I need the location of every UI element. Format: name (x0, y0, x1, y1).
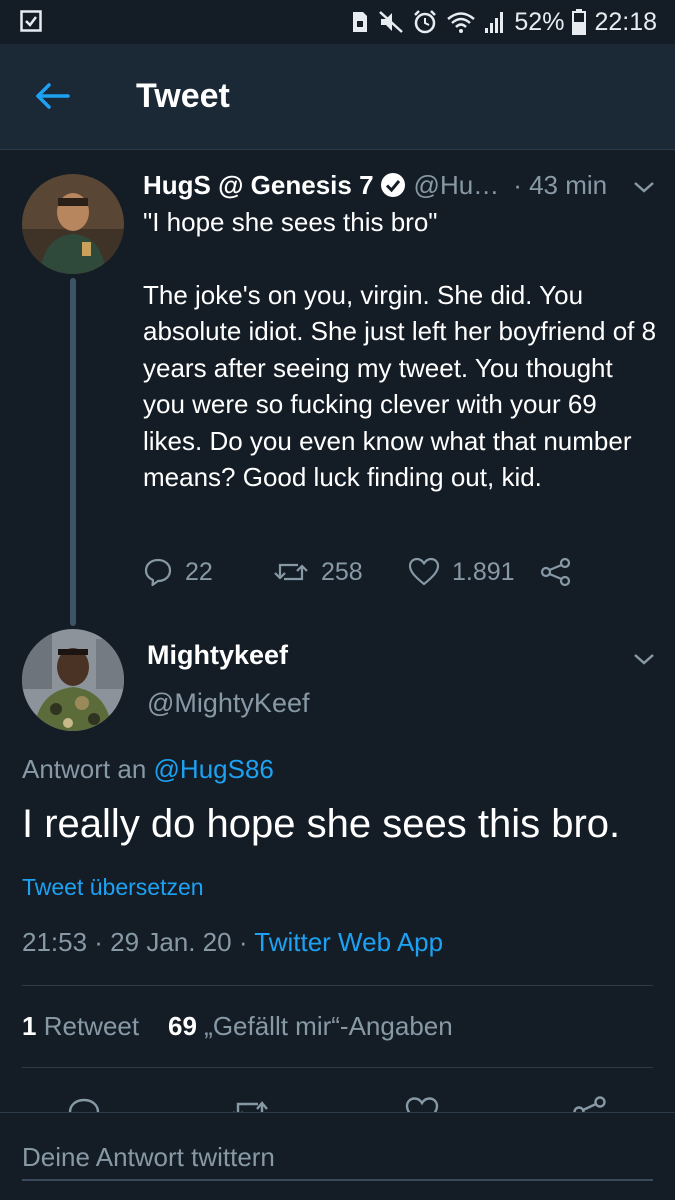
like-button[interactable]: 1.891 (408, 552, 515, 592)
author-name[interactable]: Mightykeef (147, 640, 288, 671)
author-handle[interactable]: @Hu… (414, 170, 500, 201)
share-icon (540, 557, 571, 587)
clock: 22:18 (594, 7, 657, 36)
clipboard-check-icon (20, 10, 42, 32)
client-link[interactable]: Twitter Web App (254, 927, 443, 957)
status-bar: 52% 22:18 (0, 0, 675, 44)
heart-icon (408, 557, 440, 586)
reply-prefix: Antwort an (22, 754, 147, 784)
retweet-count: 258 (321, 557, 363, 586)
action-bar (0, 1090, 675, 1114)
reply-count: 22 (185, 557, 213, 586)
battery-percent: 52% (514, 7, 565, 36)
signal-icon (485, 12, 504, 33)
tweet-time: · 43 min (513, 169, 608, 200)
mute-icon (379, 11, 404, 33)
reply-mention-link[interactable]: @HugS86 (154, 754, 274, 784)
tweet-stats: 1 Retweet 69 „Gefällt mir“-Angaben (22, 1011, 453, 1042)
page-title: Tweet (136, 77, 230, 115)
tweet-text: I really do hope she sees this bro. (22, 802, 621, 846)
likes-stat[interactable]: 69 „Gefällt mir“-Angaben (168, 1011, 453, 1041)
tweet-timestamp: 21:53 · 29 Jan. 20 · (22, 927, 248, 957)
author-name[interactable]: HugS @ Genesis 7 (143, 170, 374, 201)
reply-composer (0, 1112, 675, 1200)
tweet-text: "I hope she sees this bro" The joke's on… (143, 204, 658, 496)
tweet-actions: 22 258 1.891 (143, 552, 603, 592)
alarm-icon (414, 10, 437, 34)
avatar[interactable] (22, 629, 124, 731)
like-stat-label: „Gefällt mir“-Angaben (204, 1011, 453, 1041)
retweet-button[interactable]: 258 (273, 552, 363, 592)
back-arrow-icon[interactable] (32, 80, 72, 112)
status-icons: 52% 22:18 (350, 8, 657, 36)
battery-icon (572, 9, 587, 35)
retweet-icon (274, 563, 308, 581)
verified-icon (380, 173, 405, 197)
divider (22, 1067, 653, 1068)
reply-input[interactable] (22, 1135, 653, 1181)
retweets-stat[interactable]: 1 Retweet (22, 1011, 139, 1041)
chevron-down-icon[interactable] (629, 648, 659, 670)
tweet-quote: "I hope she sees this bro" (143, 207, 438, 237)
like-count: 1.891 (452, 557, 515, 586)
tweet-header: HugS @ Genesis 7 @Hu… · 43 min (143, 168, 613, 202)
retweet-stat-count: 1 (22, 1011, 37, 1041)
avatar[interactable] (22, 174, 124, 274)
divider (22, 985, 653, 986)
sim-icon (353, 12, 368, 32)
tweet-meta: 21:53 · 29 Jan. 20 · Twitter Web App (22, 927, 443, 958)
share-button[interactable] (540, 552, 572, 592)
thread-line (70, 278, 76, 626)
app-bar: Tweet (0, 44, 675, 150)
wifi-icon (447, 12, 476, 33)
reply-context: Antwort an @HugS86 (22, 754, 274, 785)
chevron-down-icon[interactable] (629, 176, 659, 198)
tweet-body: The joke's on you, virgin. She did. You … (143, 279, 657, 493)
like-stat-count: 69 (168, 1011, 197, 1041)
author-handle[interactable]: @MightyKeef (147, 688, 309, 719)
reply-button[interactable]: 22 (143, 552, 213, 592)
reply-icon (144, 558, 172, 587)
retweet-stat-label: Retweet (43, 1011, 140, 1041)
translate-link[interactable]: Tweet übersetzen (22, 874, 204, 901)
